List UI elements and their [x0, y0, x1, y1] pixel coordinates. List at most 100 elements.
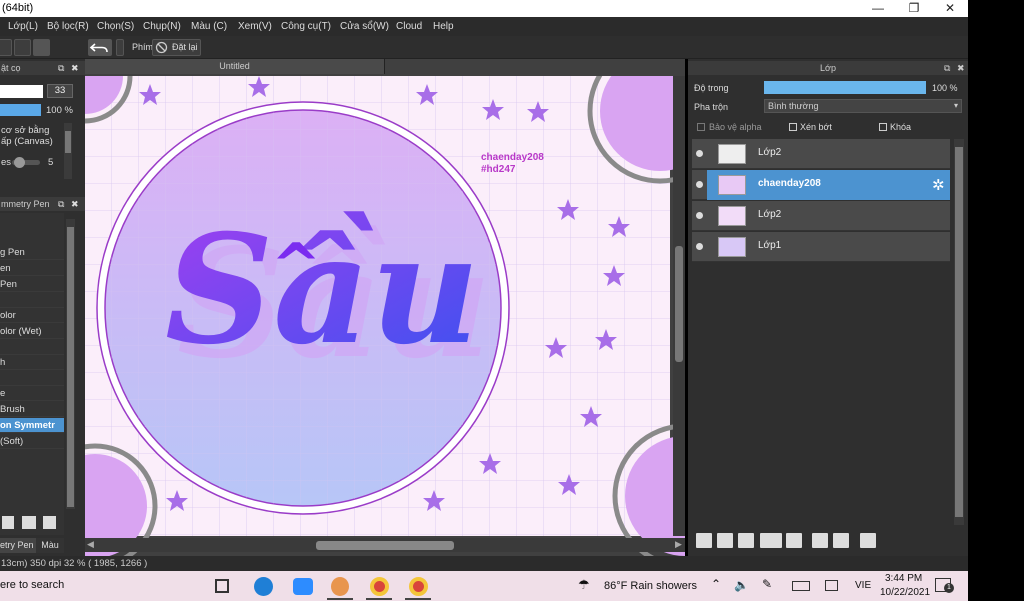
reset-button[interactable]: Đặt lại	[152, 39, 201, 56]
layer-opacity-slider[interactable]	[764, 81, 926, 94]
scroll-thumb[interactable]	[675, 246, 683, 362]
new-brush-icon[interactable]	[2, 516, 14, 529]
clip-checkbox[interactable]	[789, 123, 797, 131]
spacing-slider-knob[interactable]	[14, 157, 25, 168]
spacing-slider[interactable]	[12, 157, 40, 168]
popout-icon[interactable]: ⧉	[58, 197, 64, 211]
canvas[interactable]: chaenday208 #hd247 Sầu Sầu ^	[85, 76, 685, 556]
chrome-icon[interactable]	[409, 577, 428, 596]
layout-icon[interactable]	[33, 39, 50, 56]
folder-icon[interactable]	[22, 516, 36, 529]
protect-alpha-checkbox[interactable]	[697, 123, 705, 131]
visibility-icon[interactable]	[696, 181, 703, 188]
minimize-icon[interactable]: —	[860, 0, 896, 17]
task-view-icon[interactable]	[215, 579, 229, 593]
panel-close-icon[interactable]: ✖	[71, 61, 79, 75]
menu-view[interactable]: Xem(V)	[238, 21, 272, 32]
close-icon[interactable]: ✕	[932, 0, 968, 17]
canvas-vscrollbar[interactable]	[673, 76, 685, 536]
brush-list-scrollbar[interactable]	[66, 219, 75, 509]
brush-settings-scrollbar[interactable]	[64, 123, 72, 179]
brush-item[interactable]: h	[0, 355, 64, 370]
brush-item[interactable]: olor (Wet)	[0, 324, 64, 339]
medibang-icon[interactable]	[331, 577, 349, 596]
copy-icon[interactable]	[43, 516, 56, 529]
layer-row[interactable]: chaenday208 ✲	[692, 170, 950, 200]
visibility-icon[interactable]	[696, 212, 703, 219]
brush-item[interactable]	[0, 371, 64, 386]
blend-mode-select[interactable]: Bình thường ▾	[764, 99, 962, 113]
notification-icon[interactable]: 1	[935, 578, 954, 593]
menu-select[interactable]: Chọn(S)	[97, 21, 134, 32]
lock-checkbox[interactable]	[879, 123, 887, 131]
panel-close-icon[interactable]: ✖	[957, 61, 965, 75]
brush-item[interactable]: g Pen	[0, 245, 64, 260]
restore-icon[interactable]: ❐	[896, 0, 932, 17]
brush-item[interactable]: e	[0, 386, 64, 401]
grid-icon[interactable]	[14, 39, 31, 56]
document-tab[interactable]: Untitled	[85, 59, 385, 74]
new-layer-type-icon[interactable]	[738, 533, 754, 548]
opacity-slider[interactable]	[0, 104, 41, 116]
gear-icon[interactable]: ✲	[932, 176, 945, 194]
menu-capture[interactable]: Chụp(N)	[143, 21, 181, 32]
pen-icon[interactable]: ✎	[762, 577, 772, 591]
brush-item[interactable]	[0, 293, 64, 308]
brush-item[interactable]: olor	[0, 308, 64, 323]
tab-color[interactable]: Màu	[36, 538, 64, 553]
tab-brush[interactable]: etry Pen	[0, 538, 36, 553]
scroll-right-icon[interactable]: ▶	[675, 539, 682, 550]
folder-icon[interactable]	[786, 533, 802, 548]
scroll-thumb[interactable]	[67, 227, 74, 507]
menu-help[interactable]: Help	[433, 21, 454, 32]
duplicate-icon[interactable]	[812, 533, 828, 548]
menu-tools[interactable]: Công cụ(T)	[281, 21, 331, 32]
brush-item[interactable]	[0, 340, 64, 355]
menu-filter[interactable]: Bộ lọc(R)	[47, 21, 89, 32]
layer-row[interactable]: Lớp1	[692, 232, 950, 262]
popout-icon[interactable]: ⧉	[944, 61, 950, 75]
display-icon[interactable]	[825, 580, 838, 591]
scroll-thumb[interactable]	[955, 147, 963, 517]
chrome-icon[interactable]	[370, 577, 389, 596]
layer-row[interactable]: Lớp2	[692, 201, 950, 231]
scroll-left-icon[interactable]: ◀	[87, 539, 94, 550]
zoom-icon[interactable]	[293, 578, 313, 595]
brush-item[interactable]: Pen	[0, 277, 64, 292]
popout-icon[interactable]: ⧉	[58, 61, 64, 75]
visibility-icon[interactable]	[696, 243, 703, 250]
panel-close-icon[interactable]: ✖	[71, 197, 79, 211]
menu-layer[interactable]: Lớp(L)	[8, 21, 38, 32]
layer-list-scrollbar[interactable]	[954, 139, 964, 525]
brush-item[interactable]: en	[0, 261, 64, 276]
brush-item[interactable]: (Soft)	[0, 434, 64, 449]
language-indicator[interactable]: VIE	[855, 580, 871, 591]
chevron-up-icon[interactable]: ⌃	[711, 577, 721, 591]
clock-time[interactable]: 3:44 PM	[885, 573, 922, 584]
menu-cloud[interactable]: Cloud	[396, 21, 422, 32]
menu-color[interactable]: Màu (C)	[191, 21, 227, 32]
clock-date[interactable]: 10/22/2021	[880, 587, 930, 598]
size-value[interactable]: 33	[47, 84, 73, 98]
scroll-thumb[interactable]	[65, 131, 71, 153]
canvas-hscrollbar[interactable]: ◀ ▶	[85, 538, 685, 552]
undo-button[interactable]	[88, 39, 112, 56]
edge-icon[interactable]	[254, 577, 273, 596]
new-layer-alt-icon[interactable]	[717, 533, 733, 548]
merge-icon[interactable]	[833, 533, 849, 548]
scroll-thumb[interactable]	[316, 541, 454, 550]
add-layer-dropdown-icon[interactable]	[760, 533, 782, 548]
keyboard-icon[interactable]	[792, 581, 810, 591]
brush-item-selected[interactable]: on Symmetr	[0, 418, 64, 433]
search-box[interactable]: ere to search	[0, 579, 64, 591]
new-layer-icon[interactable]	[696, 533, 712, 548]
doc-icon[interactable]	[0, 39, 12, 56]
size-slider[interactable]	[0, 85, 43, 98]
visibility-icon[interactable]	[696, 150, 703, 157]
layer-row[interactable]: Lớp2	[692, 139, 950, 169]
speaker-icon[interactable]: 🔈	[734, 578, 749, 592]
weather-text[interactable]: 86°F Rain showers	[604, 580, 697, 592]
menu-window[interactable]: Cửa sổ(W)	[340, 21, 389, 32]
brush-item[interactable]: Brush	[0, 402, 64, 417]
trash-icon[interactable]	[860, 533, 876, 548]
